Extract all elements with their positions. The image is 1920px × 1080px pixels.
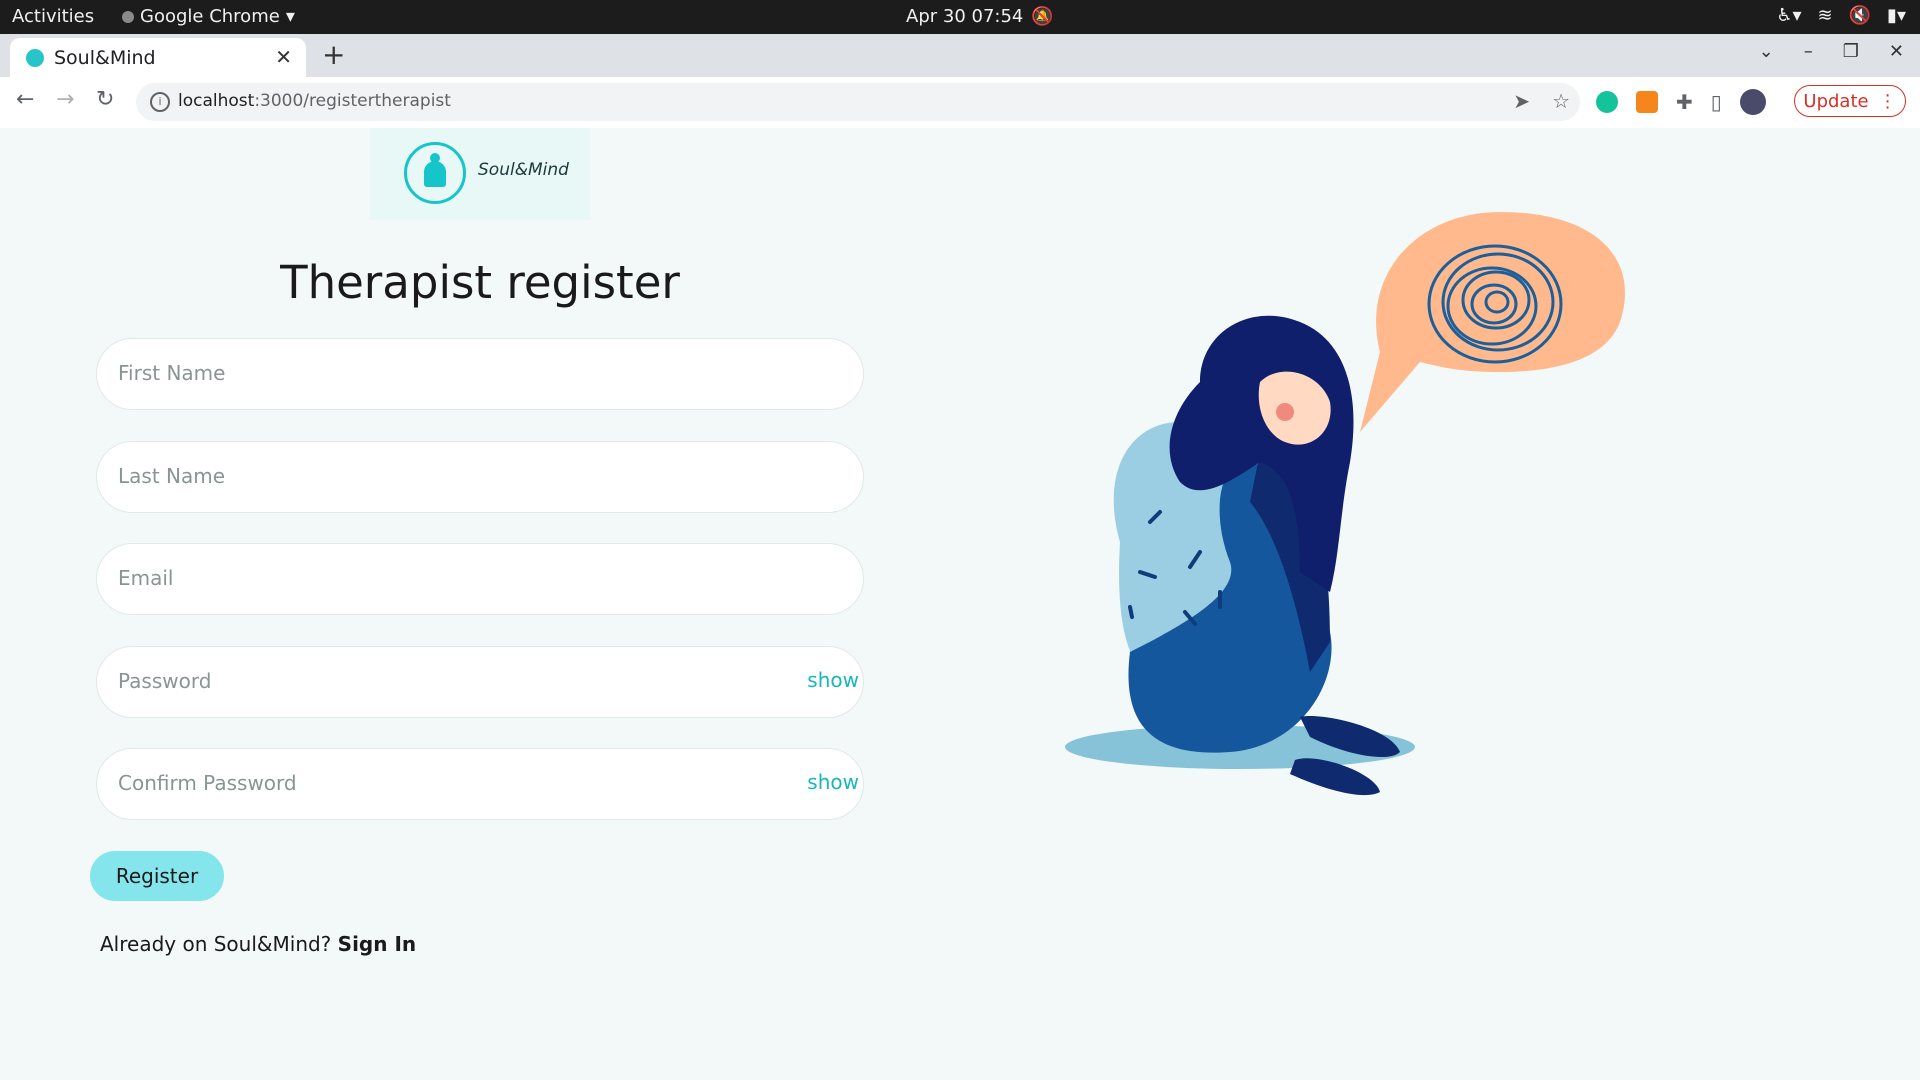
show-confirm-password-toggle[interactable]: show: [807, 770, 859, 794]
chevron-down-icon: ▾: [285, 6, 295, 27]
system-top-bar: Activities Google Chrome ▾ Apr 30 07:54 …: [0, 0, 1920, 34]
last-name-field[interactable]: Last Name: [96, 441, 864, 513]
wifi-icon: ≋: [1817, 5, 1833, 26]
chrome-app-icon: [122, 10, 134, 23]
system-tray[interactable]: ♿▾ ≋ 🔇 ▮▾: [1776, 5, 1906, 26]
email-field[interactable]: Email: [96, 543, 864, 615]
activities-button[interactable]: Activities: [12, 6, 94, 27]
cheek: [1276, 403, 1294, 421]
confirm-password-field[interactable]: Confirm Password show: [96, 748, 864, 820]
soul-mind-favicon-icon: [26, 49, 44, 67]
bookmark-star-icon[interactable]: ☆: [1552, 89, 1570, 113]
battery-icon: ▮▾: [1887, 5, 1906, 26]
first-name-placeholder: First Name: [118, 361, 226, 385]
url-text[interactable]: localhost:3000/registertherapist: [178, 91, 451, 111]
tab-soul-mind[interactable]: Soul&Mind ✕: [10, 38, 306, 77]
update-label: Update: [1803, 90, 1869, 112]
address-bar[interactable]: i localhost:3000/registertherapist ➤ ☆: [136, 83, 1580, 121]
volume-muted-icon: 🔇: [1848, 5, 1872, 26]
close-tab-icon[interactable]: ✕: [275, 45, 292, 69]
show-password-toggle[interactable]: show: [807, 668, 859, 692]
update-button[interactable]: Update ⋮: [1794, 85, 1906, 117]
password-placeholder: Password: [118, 669, 212, 693]
back-icon[interactable]: ←: [16, 87, 34, 112]
metamask-icon[interactable]: [1636, 91, 1658, 113]
extensions-puzzle-icon[interactable]: ✚: [1676, 90, 1693, 114]
browser-toolbar: ← → ↻ i localhost:3000/registertherapist…: [0, 77, 1920, 129]
send-icon[interactable]: ➤: [1513, 89, 1530, 113]
close-window-icon[interactable]: ✕: [1889, 41, 1904, 62]
register-label: Register: [115, 864, 199, 888]
side-panel-icon[interactable]: ▯: [1711, 90, 1722, 114]
more-menu-icon[interactable]: ⋮: [1879, 91, 1897, 112]
clock-label: Apr 30 07:54: [906, 6, 1024, 27]
maximize-icon[interactable]: ❐: [1843, 41, 1859, 62]
app-menu[interactable]: Google Chrome ▾: [122, 6, 295, 27]
tab-strip: Soul&Mind ✕ + ⌄ – ❐ ✕: [0, 34, 1920, 77]
site-info-icon[interactable]: i: [150, 92, 170, 112]
forward-icon[interactable]: →: [56, 87, 74, 112]
app-menu-label: Google Chrome: [140, 6, 280, 27]
window-controls: ⌄ – ❐ ✕: [1759, 41, 1904, 62]
sign-in-prompt: Already on Soul&Mind? Sign In: [100, 932, 416, 956]
accessibility-icon[interactable]: ♿▾: [1776, 5, 1801, 26]
tab-search-icon[interactable]: ⌄: [1759, 41, 1774, 62]
new-tab-button[interactable]: +: [322, 38, 345, 71]
password-field[interactable]: Password show: [96, 646, 864, 718]
grammarly-icon[interactable]: [1596, 91, 1618, 113]
profile-avatar[interactable]: [1739, 89, 1766, 115]
email-placeholder: Email: [118, 566, 174, 590]
meditation-emblem-icon: [404, 142, 466, 204]
sign-in-link[interactable]: Sign In: [338, 932, 416, 956]
url-host: localhost: [178, 91, 255, 111]
confirm-password-placeholder: Confirm Password: [118, 771, 297, 795]
page-title: Therapist register: [280, 256, 680, 309]
notifications-muted-icon: 🔕: [1031, 6, 1054, 27]
minimize-icon[interactable]: –: [1804, 41, 1813, 62]
page-content: Soul&Mind Therapist register First Name …: [0, 128, 1920, 1080]
right-shoe: [1290, 758, 1380, 796]
first-name-field[interactable]: First Name: [96, 338, 864, 410]
already-text: Already on Soul&Mind?: [100, 932, 332, 956]
brand-logo[interactable]: Soul&Mind: [370, 128, 590, 220]
reload-icon[interactable]: ↻: [96, 87, 114, 112]
tab-title: Soul&Mind: [54, 47, 156, 69]
last-name-placeholder: Last Name: [118, 464, 226, 488]
register-button[interactable]: Register: [90, 851, 224, 901]
sad-woman-illustration: [1065, 212, 1625, 796]
brand-name: Soul&Mind: [478, 160, 569, 180]
url-path: :3000/registertherapist: [254, 91, 451, 111]
extensions-area: ✚ ▯: [1596, 89, 1766, 115]
clock[interactable]: Apr 30 07:54 🔕: [906, 6, 1054, 27]
